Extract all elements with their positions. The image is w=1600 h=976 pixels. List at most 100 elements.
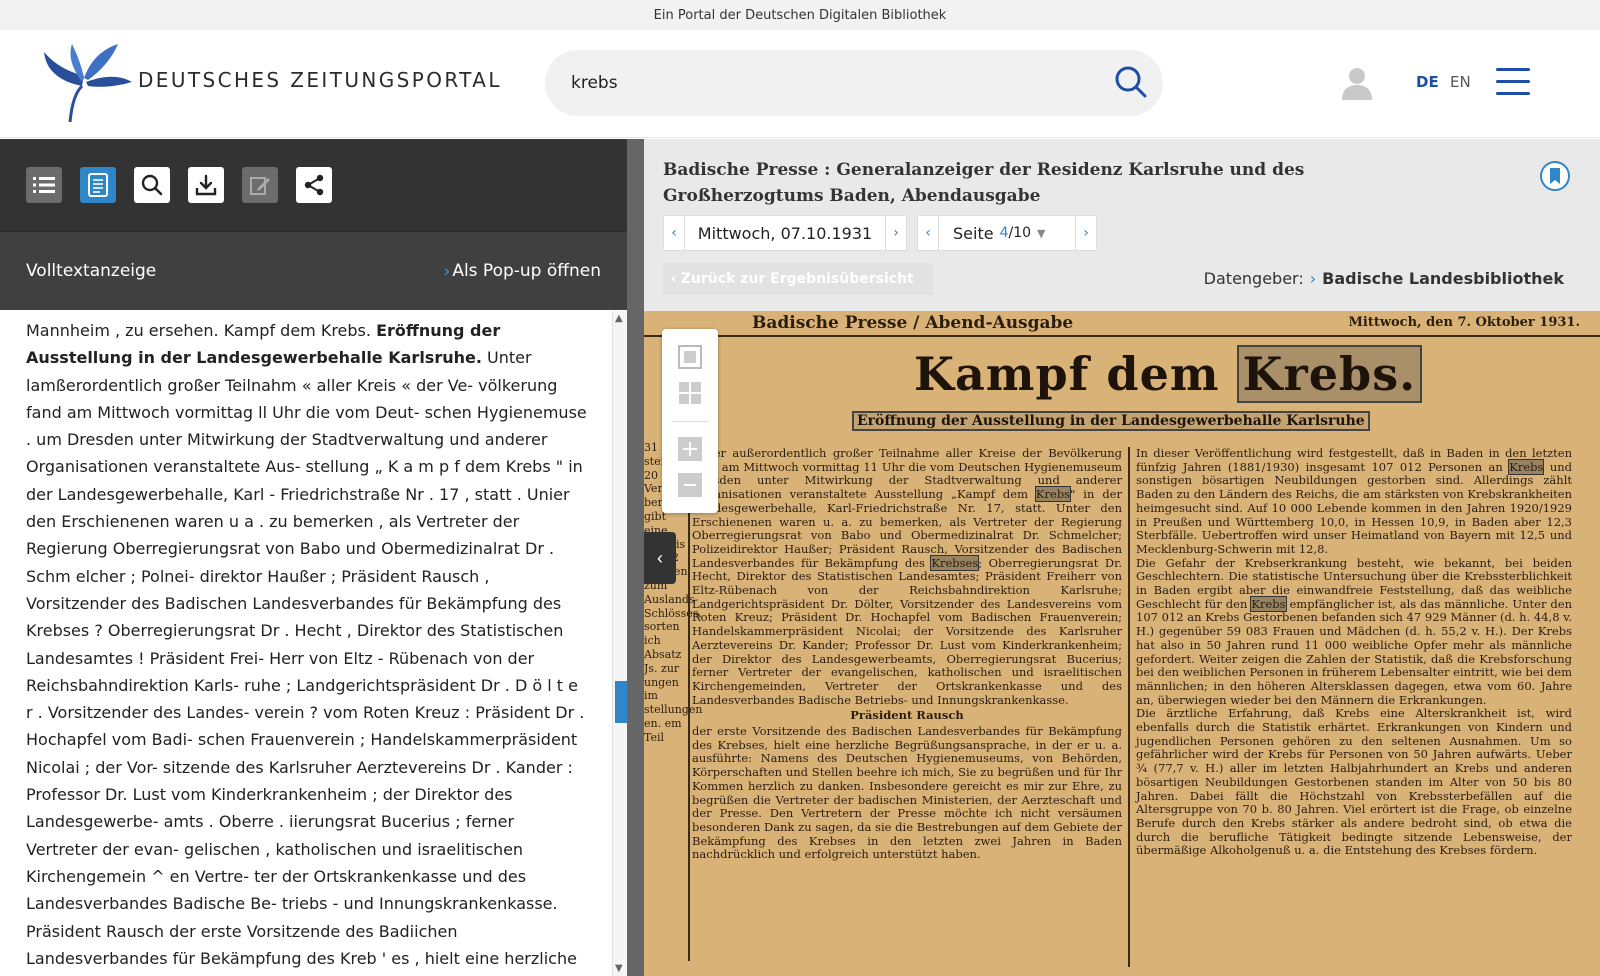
fulltext-body: Mannheim , zu ersehen. Kampf dem Krebs. … [0, 311, 627, 976]
column-text: Die ärztliche Erfahrung, daß Krebs eine … [1136, 706, 1572, 858]
search-hit-highlight[interactable]: Krebs [1034, 486, 1072, 503]
headline-text: Kampf dem [914, 347, 1220, 401]
zoom-in-button[interactable] [676, 435, 704, 463]
search-icon [1115, 66, 1147, 97]
search-input[interactable] [571, 50, 1091, 116]
column-text: empfänglicher ist, als das männliche. Un… [1136, 596, 1572, 707]
chevron-right-icon: › [1309, 269, 1317, 288]
scroll-up-icon[interactable]: ▲ [615, 313, 623, 324]
page-label: Seite [953, 223, 994, 243]
page-select[interactable]: Seite 4/10 ▼ [939, 215, 1075, 251]
page-number: 4/10 [1000, 225, 1031, 241]
column-rule [1128, 447, 1130, 967]
logo-text[interactable]: DEUTSCHES ZEITUNGSPORTAL [138, 68, 502, 92]
document-title: Badische Presse : Generalanzeiger der Re… [663, 160, 1305, 206]
column-text: und sonstigen bösartigen Neubildungen ge… [1136, 459, 1573, 556]
masthead-date: Mittwoch, den 7. Oktober 1931. [1348, 315, 1580, 330]
newspaper-masthead: Badische Presse / Abend-Ausgabe Mittwoch… [644, 311, 1600, 337]
article-subheadline: Eröffnung der Ausstellung in der Landesg… [852, 411, 1370, 431]
popup-link[interactable]: › Als Pop-up öffnen [443, 261, 601, 282]
page-total: /10 [1008, 225, 1032, 241]
user-icon[interactable] [1340, 66, 1374, 100]
article-column-2: In dieser Veröffentlichung wird festgest… [1136, 446, 1573, 858]
fulltext-text: Mannheim , zu ersehen. Kampf dem Krebs. [26, 321, 377, 340]
banner-text: Ein Portal der Deutschen Digitalen Bibli… [653, 7, 947, 23]
edit-icon [250, 177, 270, 195]
viewer-toolbar [0, 139, 627, 231]
panel-divider [627, 139, 644, 976]
provider-label: Datengeber: [1203, 269, 1304, 288]
chevron-right-icon: › [1083, 225, 1089, 241]
prev-issue-button[interactable]: ‹ [663, 215, 685, 251]
fullscreen-icon [678, 345, 702, 369]
fulltext-button[interactable] [80, 167, 116, 203]
grid-icon [679, 382, 701, 404]
fulltext-content: Mannheim , zu ersehen. Kampf dem Krebs. … [0, 311, 627, 976]
search-hit-highlight[interactable]: Krebs [1250, 595, 1287, 612]
annotate-button[interactable] [242, 167, 278, 203]
scroll-down-icon[interactable]: ▼ [615, 963, 623, 974]
fulltext-title: Volltextanzeige [26, 261, 157, 281]
zoom-out-button[interactable] [676, 471, 704, 499]
chevron-down-icon: ▼ [1037, 226, 1046, 240]
fulltext-header: Volltextanzeige › Als Pop-up öffnen [0, 231, 627, 310]
plus-icon [678, 437, 702, 461]
search-button[interactable] [1111, 63, 1151, 103]
menu-button[interactable] [1496, 68, 1530, 98]
document-icon [88, 173, 108, 197]
bookmark-icon [1550, 168, 1560, 184]
column-rule [688, 441, 690, 961]
column-subheading: Präsident Rausch [850, 708, 964, 723]
column-text: der erste Vorsitzende des Badischen Land… [692, 724, 1122, 862]
fulltext-text: Unter lamßerordentlich großer Teilnahm «… [26, 348, 587, 968]
bookmark-button[interactable] [1540, 161, 1570, 191]
search-hit-highlight[interactable]: Krebses [930, 554, 980, 571]
provider-link[interactable]: Badische Landesbibliothek [1322, 269, 1564, 288]
search-in-document-button[interactable] [134, 167, 170, 203]
chevron-left-icon: ‹ [671, 271, 677, 287]
collapse-panel-button[interactable]: ‹ [644, 532, 676, 584]
site-header: DEUTSCHES ZEITUNGSPORTAL DE EN [0, 30, 1600, 138]
list-icon [33, 177, 55, 193]
prev-page-button[interactable]: ‹ [917, 215, 939, 251]
fit-page-button[interactable] [676, 343, 704, 371]
logo-icon[interactable] [42, 42, 134, 126]
list-button[interactable] [26, 167, 62, 203]
next-issue-button[interactable]: › [885, 215, 907, 251]
column-text: In dieser Veröffentlichung wird festgest… [1136, 446, 1572, 474]
column-text: ; Oberregierungsrat Dr. Hecht, Direktor … [692, 555, 1122, 707]
issue-date[interactable]: Mittwoch, 07.10.1931 [685, 215, 885, 251]
lang-en-link[interactable]: EN [1450, 73, 1471, 91]
back-label: Zurück zur Ergebnisübersicht [680, 271, 914, 287]
share-button[interactable] [296, 167, 332, 203]
article-column-1: Unter außerordentlich großer Teilnahme a… [692, 446, 1122, 862]
lang-de-link[interactable]: DE [1416, 73, 1439, 91]
newspaper-image[interactable]: Badische Presse / Abend-Ausgabe Mittwoch… [644, 311, 1600, 976]
chevron-left-icon: ‹ [657, 547, 663, 568]
next-page-button[interactable]: › [1075, 215, 1097, 251]
share-icon [304, 174, 324, 196]
search-hit-highlight[interactable]: Krebs. [1236, 345, 1423, 403]
zoom-controls [662, 329, 718, 513]
zoom-divider [672, 421, 708, 422]
back-to-results-link[interactable]: ‹ Zurück zur Ergebnisübersicht [663, 263, 933, 295]
chevron-right-icon: › [443, 260, 451, 282]
data-provider: Datengeber: › Badische Landesbibliothek [1204, 269, 1564, 288]
fulltext-panel: Volltextanzeige › Als Pop-up öffnen Mannh… [0, 139, 628, 976]
search-icon [141, 174, 163, 196]
download-icon [195, 174, 217, 196]
minus-icon [678, 473, 702, 497]
document-viewer-panel: Badische Presse : Generalanzeiger der Re… [644, 139, 1600, 976]
masthead-title: Badische Presse / Abend-Ausgabe [752, 313, 1074, 333]
issue-navigation: ‹ Mittwoch, 07.10.1931 › ‹ Seite 4/10 ▼ … [663, 215, 1097, 251]
grid-view-button[interactable] [676, 379, 704, 407]
search-bar [545, 50, 1163, 116]
chevron-left-icon: ‹ [671, 225, 677, 241]
search-hit-highlight[interactable]: Krebs [1508, 458, 1545, 475]
chevron-left-icon: ‹ [925, 225, 931, 241]
portal-banner: Ein Portal der Deutschen Digitalen Bibli… [0, 0, 1600, 30]
chevron-right-icon: › [893, 225, 899, 241]
fulltext-scrollbar[interactable]: ▲ ▼ [612, 311, 628, 976]
download-button[interactable] [188, 167, 224, 203]
popup-label: Als Pop-up öffnen [452, 261, 601, 281]
